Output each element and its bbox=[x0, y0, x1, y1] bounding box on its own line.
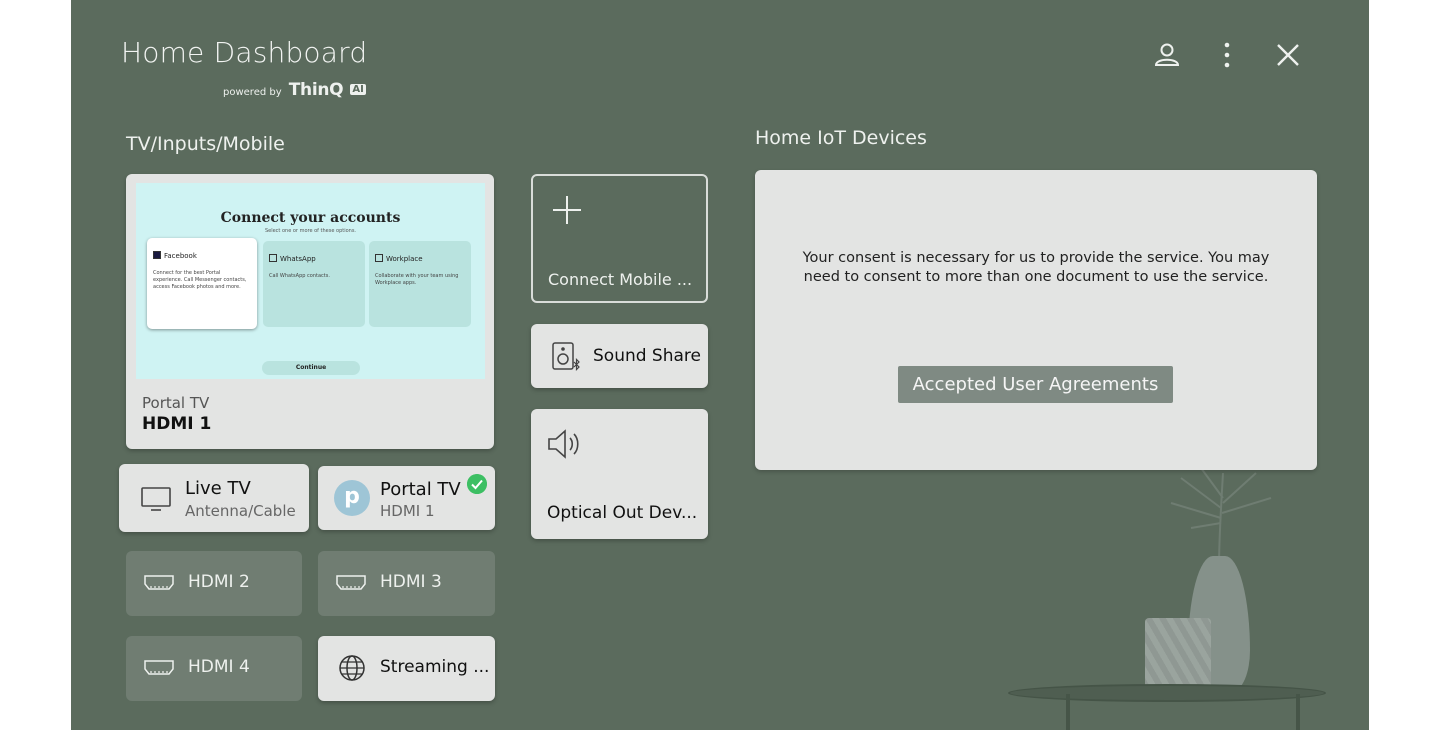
table-leg-decoration bbox=[1066, 694, 1070, 730]
preview-option-desc: Connect for the best Portal experience. … bbox=[153, 270, 247, 290]
preview-option-name: Workplace bbox=[386, 255, 423, 263]
iot-consent-panel: Your consent is necessary for us to prov… bbox=[755, 170, 1317, 470]
powered-by-text: powered by bbox=[223, 87, 282, 98]
input-sub: Antenna/Cable bbox=[185, 502, 296, 520]
iot-section-label: Home IoT Devices bbox=[755, 127, 927, 149]
input-hdmi-2[interactable]: HDMI 2 bbox=[126, 551, 302, 616]
table-decoration bbox=[1008, 684, 1326, 702]
more-vertical-icon bbox=[1224, 42, 1230, 68]
more-options-button[interactable] bbox=[1212, 40, 1242, 70]
sound-share-tile[interactable]: Sound Share bbox=[531, 324, 708, 388]
input-streaming[interactable]: Streaming ... bbox=[318, 636, 495, 701]
preview-option-workplace: Workplace Collaborate with your team usi… bbox=[369, 241, 471, 327]
user-icon bbox=[1154, 43, 1180, 66]
device-name: Connect Mobile ... bbox=[548, 270, 693, 289]
table-leg-decoration bbox=[1296, 694, 1300, 730]
powered-by-logo: powered by ThinQ AI bbox=[223, 80, 366, 100]
globe-icon bbox=[339, 655, 365, 681]
hdmi-icon bbox=[144, 575, 174, 590]
input-name: HDMI 3 bbox=[380, 572, 442, 592]
preview-option-facebook: Facebook Connect for the best Portal exp… bbox=[147, 238, 257, 329]
input-hdmi-4[interactable]: HDMI 4 bbox=[126, 636, 302, 701]
portal-avatar: p bbox=[334, 480, 370, 516]
accepted-user-agreements-button[interactable]: Accepted User Agreements bbox=[898, 366, 1173, 403]
brand-badge: AI bbox=[350, 84, 366, 95]
input-name: Streaming ... bbox=[380, 657, 490, 677]
brand-name: ThinQ bbox=[288, 80, 344, 100]
input-name: HDMI 4 bbox=[188, 657, 250, 677]
dashboard-screen: Home Dashboard powered by ThinQ AI TV/In… bbox=[71, 0, 1369, 730]
plus-icon bbox=[553, 196, 581, 224]
volume-icon bbox=[548, 429, 579, 459]
preview-screen-title: Connect your accounts bbox=[220, 210, 401, 226]
preview-option-desc: Call WhatsApp contacts. bbox=[269, 273, 330, 279]
input-hdmi-3[interactable]: HDMI 3 bbox=[318, 551, 495, 616]
current-source-preview-card[interactable]: Connect your accounts Select one or more… bbox=[126, 174, 494, 449]
user-button[interactable] bbox=[1152, 40, 1182, 70]
input-name: Live TV bbox=[185, 478, 251, 499]
input-name: Portal TV bbox=[380, 479, 461, 500]
checked-checkbox-icon bbox=[153, 251, 161, 259]
consent-message: Your consent is necessary for us to prov… bbox=[802, 250, 1270, 285]
input-name: HDMI 2 bbox=[188, 572, 250, 592]
tv-icon bbox=[141, 487, 171, 511]
speaker-bluetooth-icon bbox=[552, 342, 580, 371]
input-sub: HDMI 1 bbox=[380, 502, 435, 520]
preview-screen-subtitle: Select one or more of these options. bbox=[264, 228, 357, 234]
preview-option-desc: Collaborate with your team using Workpla… bbox=[375, 273, 459, 286]
source-preview-screen: Connect your accounts Select one or more… bbox=[136, 183, 485, 379]
plant-decoration bbox=[1170, 468, 1272, 568]
page-title: Home Dashboard bbox=[121, 36, 368, 69]
input-live-tv[interactable]: Live TV Antenna/Cable bbox=[119, 464, 309, 532]
close-button[interactable] bbox=[1273, 40, 1303, 70]
hdmi-icon bbox=[336, 575, 366, 590]
preview-option-name: Facebook bbox=[164, 252, 197, 260]
device-name: Optical Out Dev... bbox=[547, 503, 698, 523]
check-circle-icon bbox=[467, 474, 487, 494]
preview-option-whatsapp: WhatsApp Call WhatsApp contacts. bbox=[263, 241, 365, 327]
preview-option-name: WhatsApp bbox=[280, 255, 316, 263]
checkbox-icon bbox=[375, 254, 383, 262]
checkbox-icon bbox=[269, 254, 277, 262]
input-portal-tv[interactable]: p Portal TV HDMI 1 bbox=[318, 466, 495, 530]
device-name: Sound Share bbox=[593, 346, 701, 366]
preview-source-name: Portal TV bbox=[142, 394, 210, 412]
connect-mobile-tile[interactable]: Connect Mobile ... bbox=[531, 174, 708, 303]
preview-continue-button: Continue bbox=[262, 361, 360, 375]
optical-out-tile[interactable]: Optical Out Dev... bbox=[531, 409, 708, 539]
preview-source-input: HDMI 1 bbox=[142, 414, 212, 434]
tv-inputs-section-label: TV/Inputs/Mobile bbox=[126, 133, 285, 155]
close-icon bbox=[1277, 44, 1299, 66]
hdmi-icon bbox=[144, 660, 174, 675]
pot-decoration bbox=[1145, 618, 1211, 690]
